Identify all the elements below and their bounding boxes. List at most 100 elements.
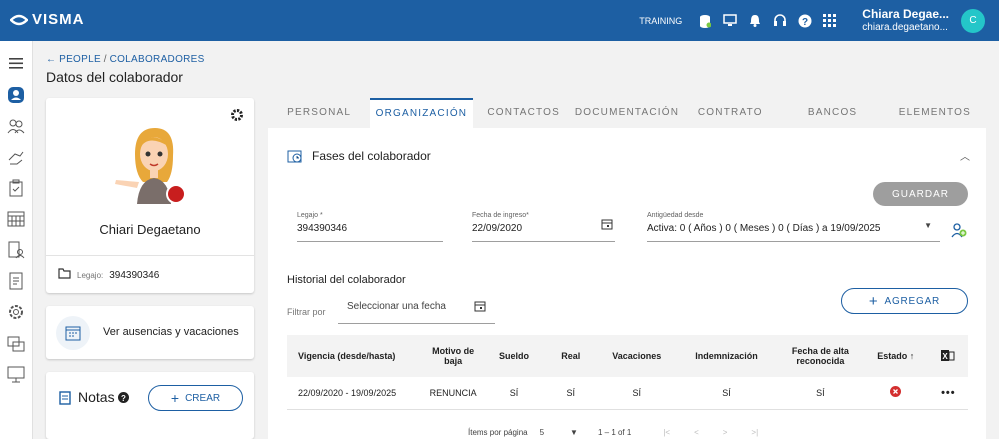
headset-icon[interactable] [772,13,787,28]
svg-text:?: ? [121,394,126,403]
visma-logo[interactable]: VISMA [10,11,85,28]
excel-export-icon[interactable]: X [928,335,968,377]
presentation-icon[interactable] [6,364,26,384]
clipboard-icon[interactable] [6,178,26,198]
database-icon[interactable] [697,13,712,28]
svg-text:X: X [943,352,949,361]
antiguedad-underline [647,241,940,242]
training-label: TRAINING [639,15,683,26]
breadcrumb-people[interactable]: PEOPLE [59,54,101,65]
back-arrow-icon[interactable]: ← [46,54,56,65]
more-options-icon[interactable]: ••• [928,377,968,410]
page-size-value: 5 [539,428,545,437]
team-icon[interactable] [6,116,26,136]
legajo-field-value: 394390346 [297,223,348,234]
user-avatar[interactable]: C [961,8,985,33]
left-sidebar [0,41,33,439]
paginator: Ítems por página 5 ▼ 1 – 1 of 1 |< < > >| [468,428,758,437]
gear-icon[interactable] [230,108,244,125]
cell-vacaciones: SÍ [598,377,675,410]
calendar-grid-icon[interactable] [6,209,26,229]
brand-name: VISMA [32,11,85,28]
user-name: Chiara Degae... [862,6,949,21]
ausencias-card[interactable]: Ver ausencias y vacaciones [46,306,254,359]
first-page-icon[interactable]: |< [663,428,670,437]
tab-contrato[interactable]: CONTRATO [679,98,782,128]
hamburger-menu-icon[interactable] [6,53,26,73]
tab-contactos[interactable]: CONTACTOS [472,98,575,128]
collapse-chevron-icon[interactable]: ︿ [960,148,970,163]
legajo-field-label: Legajo * [297,212,323,219]
ausencias-link: Ver ausencias y vacaciones [103,326,239,338]
cell-real: SÍ [542,377,599,410]
breadcrumb: ← PEOPLE / COLABORADORES [46,54,205,65]
col-real[interactable]: Real [542,335,599,377]
cell-indemnizacion: SÍ [674,377,779,410]
user-info[interactable]: Chiara Degae... chiara.degaetano... [862,7,949,35]
page-range: 1 – 1 of 1 [597,428,632,437]
tab-bancos[interactable]: BANCOS [781,98,884,128]
col-fecha-alta[interactable]: Fecha de alta reconocida [778,335,863,377]
dropdown-arrow-icon: ▼ [924,221,932,230]
col-estado[interactable]: Estado ↑ [862,335,929,377]
folders-icon[interactable] [6,333,26,353]
antiguedad-value: Activa: 0 ( Años ) 0 ( Meses ) 0 ( Días … [647,223,881,234]
col-motivo[interactable]: Motivo de baja [421,335,486,377]
next-page-icon[interactable]: > [723,428,728,437]
fecha-ingreso-label: Fecha de ingreso* [472,212,529,219]
historial-table: Vigencia (desde/hasta) Motivo de baja Su… [287,335,968,410]
guardar-button[interactable]: GUARDAR [873,182,968,206]
notas-title: Notas [78,389,115,405]
page-title: Datos del colaborador [46,69,183,85]
agregar-button[interactable]: + AGREGAR [841,288,968,314]
table-header-row: Vigencia (desde/hasta) Motivo de baja Su… [287,335,968,377]
tab-elementos[interactable]: ELEMENTOS [883,98,986,128]
tab-organizacion[interactable]: ORGANIZACIÓN [370,98,473,128]
legajo-row: Legajo: 394390346 [46,255,254,294]
organizacion-panel: Fases del colaborador ︿ GUARDAR Legajo *… [268,128,986,439]
monitor-icon[interactable] [722,13,737,28]
tab-documentacion[interactable]: DOCUMENTACIÓN [574,98,680,128]
person-profile-icon[interactable] [6,85,26,105]
items-per-page-label: Ítems por página [468,428,528,437]
cell-motivo: RENUNCIA [421,377,486,410]
crear-label: CREAR [185,392,221,404]
antiguedad-select[interactable]: Antigüedad desde Activa: 0 ( Años ) 0 ( … [647,212,940,242]
top-bar: VISMA TRAINING ? Chiara Degae... chiara.… [0,0,999,41]
crear-button[interactable]: + CREAR [148,385,243,411]
col-vacaciones[interactable]: Vacaciones [598,335,675,377]
plus-icon: + [170,390,180,406]
filter-label: Filtrar por [287,307,326,317]
col-vigencia[interactable]: Vigencia (desde/hasta) [287,335,422,377]
help-circle-icon[interactable]: ? [118,392,129,406]
calendar-filter-icon[interactable] [474,300,486,315]
last-page-icon[interactable]: >| [751,428,758,437]
profile-avatar [113,124,193,209]
settings-gear-icon[interactable] [6,302,26,322]
profile-card: Chiari Degaetano Legajo: 394390346 [46,98,254,293]
fecha-ingreso-field[interactable]: Fecha de ingreso* 22/09/2020 [472,212,615,242]
agregar-label: AGREGAR [884,295,941,307]
add-person-icon[interactable] [951,222,967,241]
table-row[interactable]: 22/09/2020 - 19/09/2025 RENUNCIA SÍ SÍ S… [287,377,968,410]
page-size-select[interactable]: 5 ▼ [540,428,578,437]
document-person-icon[interactable] [6,240,26,260]
calendar-picker-icon[interactable] [601,218,613,233]
help-icon[interactable]: ? [797,13,812,28]
date-filter-input[interactable]: Seleccionar una fecha [338,294,495,324]
document-list-icon[interactable] [6,271,26,291]
section-title: Fases del colaborador [312,149,431,163]
col-sueldo[interactable]: Sueldo [485,335,543,377]
apps-grid-icon[interactable] [822,13,837,28]
tab-personal[interactable]: PERSONAL [268,98,371,128]
breadcrumb-colaboradores[interactable]: COLABORADORES [110,54,205,65]
calendar-icon [56,316,90,350]
fecha-ingreso-value: 22/09/2020 [472,223,523,234]
col-indemnizacion[interactable]: Indemnización [674,335,779,377]
date-filter-placeholder: Seleccionar una fecha [347,301,446,312]
prev-page-icon[interactable]: < [694,428,699,437]
legajo-underline [297,241,443,242]
hand-icon[interactable] [6,147,26,167]
bell-icon[interactable] [747,13,762,28]
legajo-field[interactable]: Legajo * 394390346 [297,212,443,242]
